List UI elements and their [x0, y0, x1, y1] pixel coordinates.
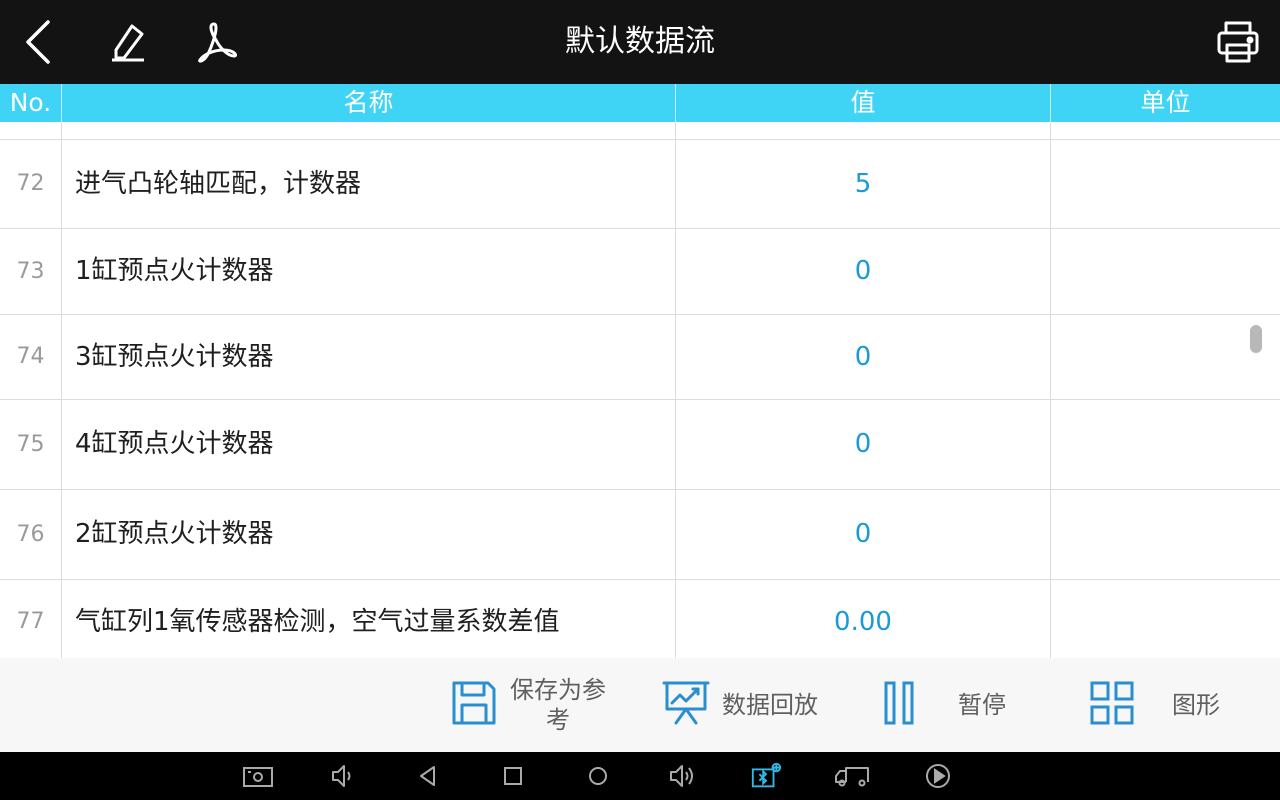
volume-up-icon[interactable] [667, 760, 699, 792]
data-stream-table[interactable]: 72 进气凸轮轴匹配，计数器 5 73 1缸预点火计数器 0 74 3缸预点火计… [0, 122, 1280, 658]
save-label-line2: 考 [546, 706, 570, 734]
table-header: No. 名称 值 单位 [0, 84, 1280, 122]
bluetooth-vci-icon[interactable] [750, 760, 782, 792]
row-name: 4缸预点火计数器 [75, 429, 274, 459]
back-icon[interactable] [412, 760, 444, 792]
row-value: 0 [854, 256, 872, 286]
pause-label: 暂停 [958, 691, 1006, 719]
row-value: 0 [854, 519, 872, 549]
header-unit: 单位 [1140, 88, 1191, 117]
save-as-reference-button[interactable]: 保存为参 考 [450, 658, 606, 752]
row-name: 2缸预点火计数器 [75, 519, 274, 549]
row-name: 1缸预点火计数器 [75, 256, 274, 286]
row-name: 气缸列1氧传感器检测，空气过量系数差值 [75, 607, 560, 637]
screenshot-icon[interactable] [242, 760, 274, 792]
scrollbar-thumb[interactable] [1250, 325, 1262, 353]
title-bar: 默认数据流 [0, 0, 1280, 84]
table-row[interactable]: 73 1缸预点火计数器 0 [0, 229, 1280, 315]
table-row[interactable]: 76 2缸预点火计数器 0 [0, 490, 1280, 580]
graph-button[interactable]: 图形 [1088, 658, 1220, 752]
table-row-partial [0, 122, 1280, 140]
action-bar: 保存为参 考 数据回放 暂停 图形 [0, 658, 1280, 752]
row-value: 0 [854, 342, 872, 372]
home-icon[interactable] [582, 760, 614, 792]
graph-label: 图形 [1172, 691, 1220, 719]
row-number: 77 [16, 609, 45, 634]
column-divider [1050, 122, 1051, 658]
row-name: 3缸预点火计数器 [75, 342, 274, 372]
row-number: 74 [16, 344, 45, 369]
header-name: 名称 [343, 88, 394, 117]
row-name: 进气凸轮轴匹配，计数器 [75, 169, 362, 199]
row-value: 0 [854, 429, 872, 459]
row-value: 0.00 [834, 607, 892, 637]
column-divider [61, 122, 62, 658]
system-navigation-bar [0, 752, 1280, 800]
column-divider [675, 122, 676, 658]
header-no: No. [9, 88, 52, 117]
pause-icon [882, 679, 918, 731]
page-title: 默认数据流 [565, 24, 715, 59]
header-value: 值 [850, 88, 876, 117]
save-label-line1: 保存为参 [510, 676, 606, 704]
table-row[interactable]: 75 4缸预点火计数器 0 [0, 400, 1280, 490]
row-number: 72 [16, 171, 45, 196]
table-row[interactable]: 72 进气凸轮轴匹配，计数器 5 [0, 140, 1280, 229]
pause-button[interactable]: 暂停 [882, 658, 1006, 752]
truck-icon[interactable] [834, 760, 870, 792]
grid-icon [1088, 679, 1136, 731]
volume-down-icon[interactable] [327, 760, 359, 792]
data-playback-button[interactable]: 数据回放 [662, 658, 818, 752]
playback-label: 数据回放 [722, 691, 818, 719]
table-row[interactable]: 74 3缸预点火计数器 0 [0, 315, 1280, 400]
recents-icon[interactable] [497, 760, 529, 792]
save-icon [450, 679, 498, 731]
table-row[interactable]: 77 气缸列1氧传感器检测，空气过量系数差值 0.00 [0, 580, 1280, 658]
row-number: 73 [16, 259, 45, 284]
row-number: 76 [16, 522, 45, 547]
row-number: 75 [16, 432, 45, 457]
play-icon[interactable] [922, 760, 954, 792]
printer-icon[interactable] [1210, 14, 1266, 70]
playback-chart-icon [662, 679, 710, 731]
row-value: 5 [854, 169, 872, 199]
